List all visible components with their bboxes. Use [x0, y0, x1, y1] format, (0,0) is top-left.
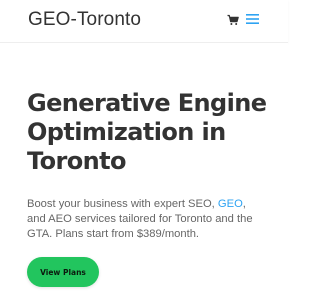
geo-link[interactable]: GEO [218, 198, 243, 210]
site-logo[interactable]: GEO-Toronto [28, 9, 141, 31]
page-title-line-3: Toronto [27, 147, 126, 175]
page-title-line-1: Generative Engine [27, 89, 267, 117]
site-header: GEO-Toronto [0, 0, 288, 43]
view-plans-button[interactable]: View Plans [27, 257, 99, 287]
hamburger-menu-icon[interactable] [246, 13, 259, 25]
cart-icon[interactable] [227, 14, 239, 26]
hero-description: Boost your business with expert SEO, GEO… [27, 197, 259, 242]
hero-description-text-1: Boost your business with expert SEO, [27, 198, 218, 210]
page-title: Generative Engine Optimization in Toront… [27, 89, 277, 176]
page-title-line-2: Optimization in [27, 118, 226, 146]
